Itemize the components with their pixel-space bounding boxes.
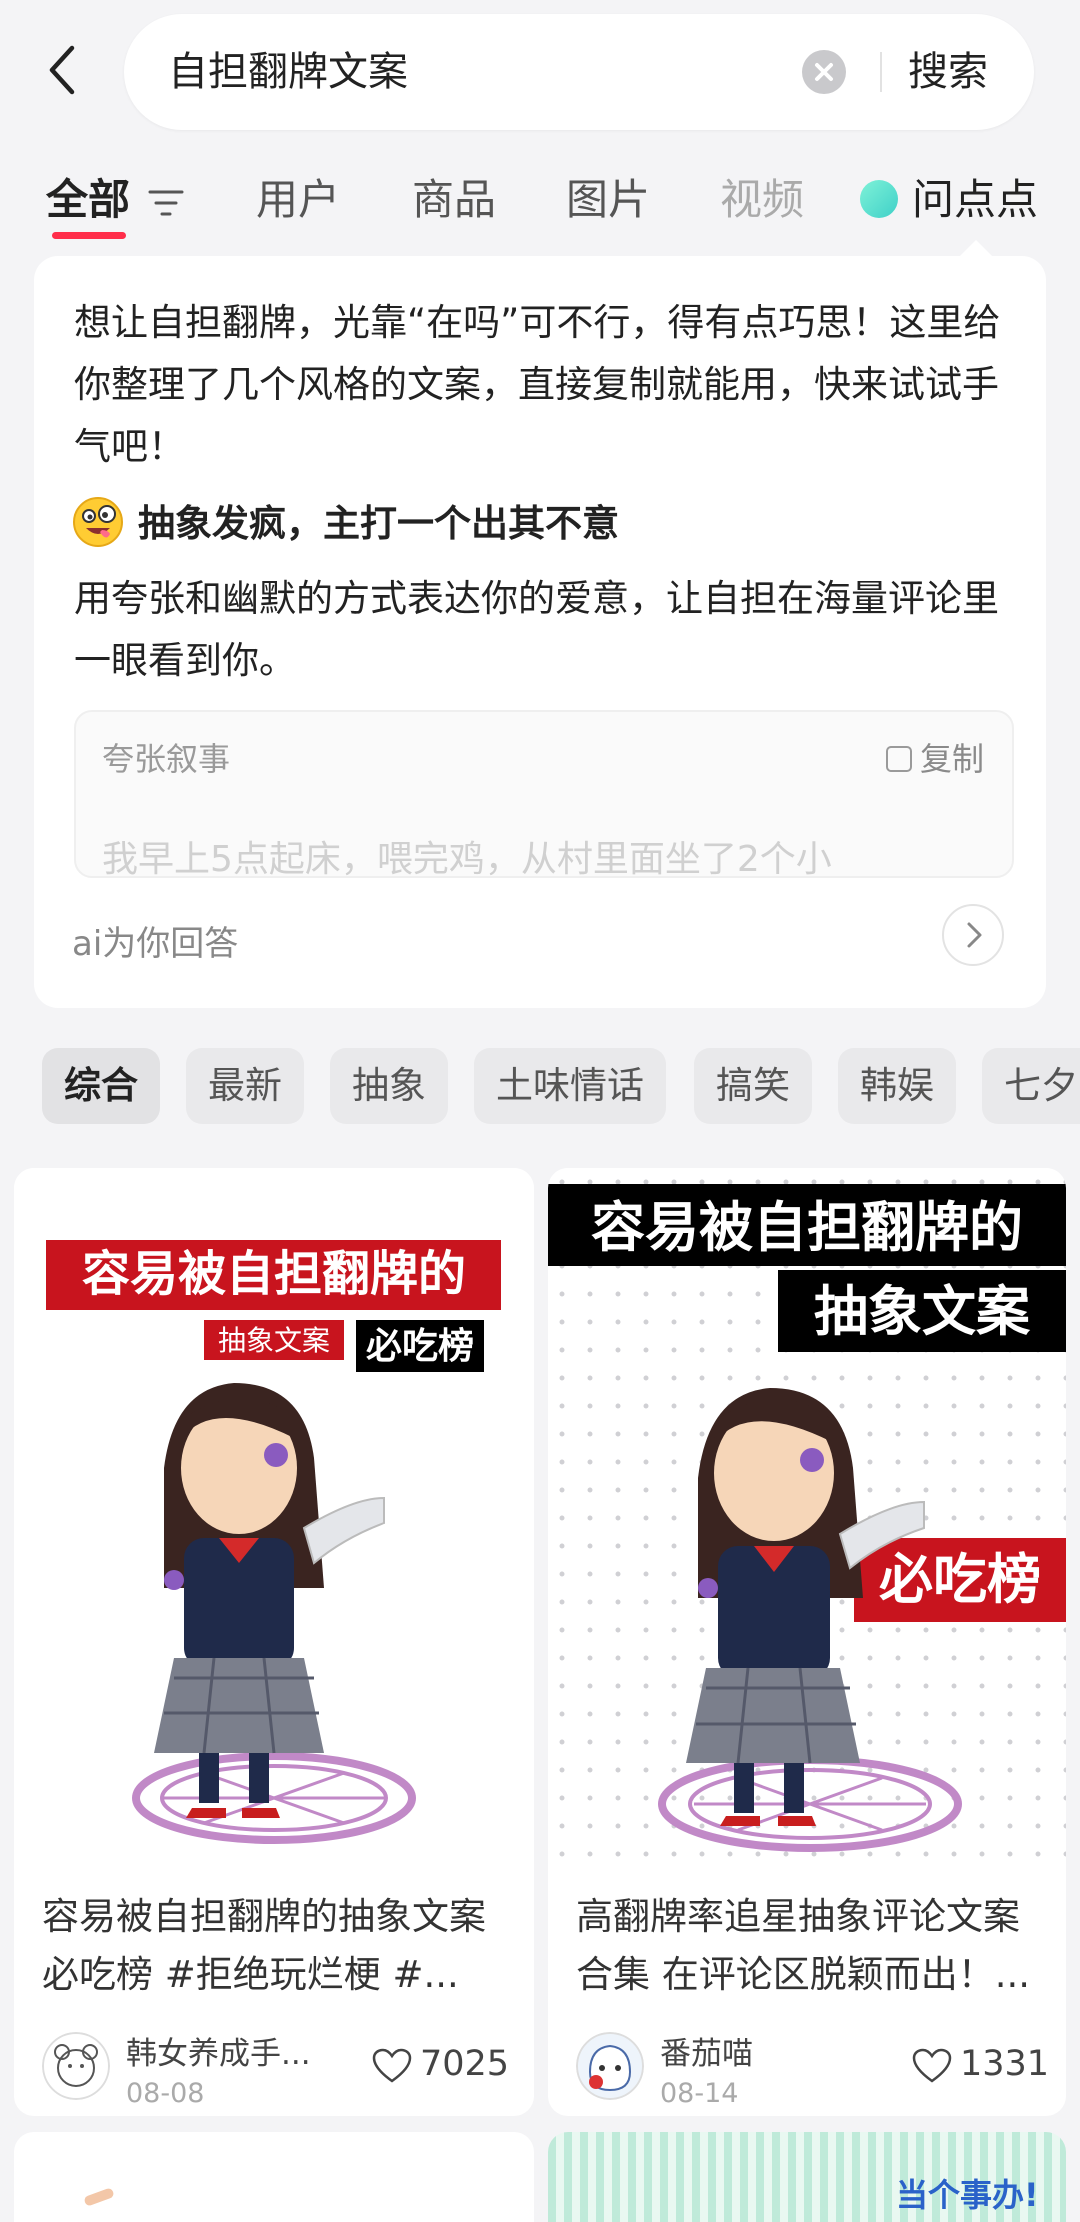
user-name[interactable]: 韩女养成手... (126, 2028, 311, 2073)
note-title[interactable]: 容易被自担翻牌的抽象文案 (42, 1888, 517, 1946)
chip-cheesy-love[interactable]: 土味情话 (474, 1048, 666, 1124)
note-title-line2[interactable]: 必吃榜 #拒绝玩烂梗 #... (42, 1946, 517, 2004)
expand-answer-button[interactable] (942, 904, 1004, 966)
cover-headline: 容易被自担翻牌的 (82, 1246, 466, 1302)
note-card[interactable]: 容易被自担翻牌的 抽象文案 必吃榜 容易被自担翻牌的抽象文案 必吃榜 #拒绝玩烂… (14, 1168, 534, 2116)
section-heading: 抽象发疯，主打一个出其不意 (138, 502, 619, 545)
search-bar[interactable]: 自担翻牌文案 搜索 (124, 14, 1034, 130)
tab-all[interactable]: 全部 (46, 170, 130, 230)
chip-comprehensive[interactable]: 综合 (42, 1048, 160, 1124)
sample-style-label: 夸张叙事 (102, 740, 231, 778)
note-title-line2[interactable]: 合集 在评论区脱颖而出！... (576, 1946, 1046, 2004)
cover-tag: 抽象文案 (814, 1280, 1031, 1343)
divider (880, 52, 882, 92)
user-name[interactable]: 番茄喵 (660, 2028, 753, 2073)
like-count: 7025 (420, 2044, 510, 2084)
note-card-next[interactable]: 当个事办! (548, 2132, 1066, 2222)
active-tab-indicator (52, 232, 126, 239)
copy-button[interactable]: 复制 (885, 734, 984, 780)
note-card-next[interactable] (14, 2132, 534, 2222)
user-avatar[interactable] (576, 2032, 644, 2100)
note-cover-image: 容易被自担翻牌的 抽象文案 必吃榜 (14, 1168, 534, 1866)
section-description: 用夸张和幽默的方式表达你的爱意，让自担在海量评论里一眼看到你。 (74, 577, 999, 682)
sample-text: 我早上5点起床，喂完鸡，从村里面坐了2个小 (102, 839, 832, 878)
chip-qixi[interactable]: 七夕 (982, 1048, 1080, 1124)
chevron-right-icon (967, 922, 982, 948)
ai-answer-label: ai为你回答 (72, 924, 239, 964)
tab-ask-ai[interactable]: 问点点 (912, 170, 1038, 230)
ai-intro-text: 想让自担翻牌，光靠“在吗”可不行，得有点巧思！这里给你整理了几个风格的文案，直接… (74, 301, 1001, 468)
ai-answer-card[interactable]: 想让自担翻牌，光靠“在吗”可不行，得有点巧思！这里给你整理了几个风格的文案，直接… (34, 256, 1046, 1008)
filter-icon[interactable] (148, 188, 184, 218)
tab-videos[interactable]: 视频 (720, 170, 804, 230)
post-date: 08-14 (660, 2078, 739, 2109)
like-heart-icon[interactable] (912, 2048, 952, 2084)
cover-badge: 必吃榜 (879, 1548, 1041, 1611)
note-title[interactable]: 高翻牌率追星抽象评论文案 (576, 1888, 1046, 1946)
back-arrow-icon[interactable] (40, 40, 90, 100)
clear-search-icon[interactable] (802, 50, 846, 94)
quote-mark-icon (83, 2187, 115, 2207)
search-button[interactable]: 搜索 (908, 14, 988, 130)
user-avatar[interactable] (42, 2032, 110, 2100)
chip-kpop[interactable]: 韩娱 (838, 1048, 956, 1124)
chip-abstract[interactable]: 抽象 (330, 1048, 448, 1124)
tab-products[interactable]: 商品 (412, 170, 496, 230)
copy-label: 复制 (919, 740, 984, 778)
note-cover-image: 容易被自担翻牌的 抽象文案 必吃榜 (548, 1168, 1066, 1866)
chip-latest[interactable]: 最新 (186, 1048, 304, 1124)
peek-cover-text: 当个事办! (896, 2176, 1039, 2214)
zany-face-icon (73, 497, 123, 547)
note-card[interactable]: 容易被自担翻牌的 抽象文案 必吃榜 高翻牌率追星抽象评论文案 合集 在评论区脱颖… (548, 1168, 1066, 2116)
post-date: 08-08 (126, 2078, 205, 2109)
like-count: 1331 (960, 2044, 1050, 2084)
copywriting-sample-box[interactable]: 夸张叙事 复制 我早上5点起床，喂完鸡，从村里面坐了2个小 (74, 710, 1014, 878)
cover-tag: 抽象文案 (218, 1324, 330, 1357)
search-input[interactable]: 自担翻牌文案 (168, 14, 408, 130)
ask-ai-icon (860, 180, 898, 218)
cover-badge: 必吃榜 (366, 1326, 474, 1367)
copy-icon (885, 746, 912, 772)
tab-users[interactable]: 用户 (256, 170, 340, 230)
like-heart-icon[interactable] (372, 2048, 412, 2084)
cover-headline: 容易被自担翻牌的 (591, 1196, 1023, 1259)
chip-funny[interactable]: 搞笑 (694, 1048, 812, 1124)
tab-images[interactable]: 图片 (566, 170, 650, 230)
